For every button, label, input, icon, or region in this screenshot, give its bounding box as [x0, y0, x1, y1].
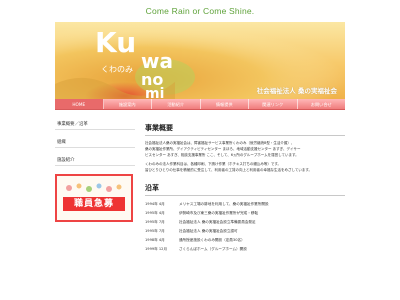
history-row: 1995年 7月 社会福祉法人 桑の実福祉会設立認可 — [145, 227, 345, 236]
history-row: 1995年 4月 伊勢崎市及び東三桑の実福祉作業所が完成・移転 — [145, 209, 345, 218]
sidebar: 事業概要／沿革 組織 施設紹介 職員急募 — [55, 120, 135, 222]
history-row: 1999年 12月 さくらんぼホーム（グループホーム）開設 — [145, 245, 345, 254]
history-list: 1994年 4月 メリヤス工場の跡地を利用して、桑の実福祉作業所開設 1995年… — [145, 200, 345, 254]
overview-line: 皆ひとりひとりの仕事を積極的に受注して、利用者の工賃の向上と利用者の幸福な生活を… — [145, 168, 313, 172]
history-date: 1995年 7月 — [145, 220, 165, 224]
main-content: 事業概要 社会福祉法人桑の実福祉会は、障害福祉サービス事業所くわのみ（就労継続B… — [145, 123, 345, 254]
corporation-name: 社会福祉法人 桑の実福祉会 — [256, 87, 337, 95]
overview-paragraph: くわのみの法人作業科目は、各種印刷、下請け作業（ホチキス打ちの綴込み等）です。 … — [145, 161, 345, 173]
overview-line: ビスセンター あすぎ、相談支援事業所 ここ、そして、6ヵ所のグループホームを運営… — [145, 153, 299, 157]
history-row: 1995年 7月 社会福祉法人 桑の実福祉会設立準備委員会発足 — [145, 218, 345, 227]
history-event: 社会福祉法人 桑の実福祉会設立準備委員会発足 — [179, 220, 256, 224]
history-date: 1995年 4月 — [145, 211, 165, 215]
history-row: 1998年 4月 通所授産施設くわのみ開設（定員30名） — [145, 236, 345, 245]
history-event: メリヤス工場の跡地を利用して、桑の実福祉作業所開設 — [179, 202, 269, 206]
recruit-banner[interactable]: 職員急募 — [55, 174, 133, 222]
nav-facilities[interactable]: 施設案内 — [104, 99, 152, 109]
nav-links[interactable]: 関連リンク — [249, 99, 298, 109]
recruit-text: 職員急募 — [63, 197, 125, 211]
history-date: 1999年 12月 — [145, 247, 168, 251]
sidebar-item-overview[interactable]: 事業概要／沿革 — [55, 120, 135, 130]
nav-contact[interactable]: お問い合せ — [298, 99, 346, 109]
nav-home[interactable]: HOME — [55, 99, 104, 109]
history-row: 1994年 4月 メリヤス工場の跡地を利用して、桑の実福祉作業所開設 — [145, 200, 345, 209]
history-event: 伊勢崎市及び東三桑の実福祉作業所が完成・移転 — [179, 211, 259, 215]
sidebar-item-organization[interactable]: 組織 — [55, 138, 135, 148]
history-date: 1995年 7月 — [145, 229, 165, 233]
header-banner: Ku wa no mi くわのみ 社会福祉法人 桑の実福祉会 — [55, 22, 345, 99]
svg-text:Ku: Ku — [95, 26, 136, 59]
nav-activities[interactable]: 活動紹介 — [152, 99, 201, 109]
nav-information[interactable]: 情報提供 — [201, 99, 249, 109]
history-date: 1998年 4月 — [145, 238, 165, 242]
main-nav: HOME 施設案内 活動紹介 情報提供 関連リンク お問い合せ — [55, 99, 345, 110]
history-title: 沿革 — [145, 183, 345, 196]
site-tagline: Come Rain or Come Shine. — [145, 6, 255, 16]
overview-paragraph: 社会福祉法人桑の実福祉会は、障害福祉サービス事業所くわのみ（就労継続B型・生活介… — [145, 140, 345, 158]
dots-decoration-icon — [66, 183, 122, 192]
history-event: さくらんぼホーム（グループホーム）開設 — [179, 247, 247, 251]
sidebar-item-facilities[interactable]: 施設紹介 — [55, 156, 135, 166]
history-event: 通所授産施設くわのみ開設（定員30名） — [179, 238, 245, 242]
history-event: 社会福祉法人 桑の実福祉会設立認可 — [179, 229, 238, 233]
overview-title: 事業概要 — [145, 123, 345, 136]
history-date: 1994年 4月 — [145, 202, 165, 206]
svg-text:mi: mi — [145, 86, 164, 99]
logo-hiragana: くわのみ — [101, 65, 133, 74]
